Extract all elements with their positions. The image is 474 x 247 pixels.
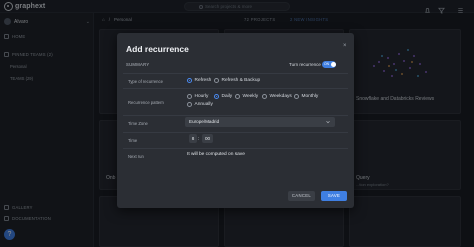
radio-dot-selected [214,94,219,99]
pattern-row: Recurrence pattern [123,88,348,114]
radio-label: Hourly [194,94,209,99]
radio-monthly[interactable]: Monthly [294,94,318,99]
toggle-state-label: ON [324,62,329,67]
recurrence-toggle[interactable]: ON [322,61,336,68]
radio-daily[interactable]: Daily [214,94,232,99]
radio-label: Refresh [194,78,212,83]
radio-weekdays[interactable]: Weekdays [262,94,292,99]
pattern-label: Recurrence pattern [128,100,164,105]
radio-label: Weekdays [269,94,292,99]
save-button[interactable]: SAVE [321,191,347,201]
radio-label: Annually [194,102,213,107]
radio-label: Weekly [242,94,259,99]
type-label: Type of recurrence [128,79,163,84]
radio-dot [294,94,299,99]
time-row: Time [123,132,348,147]
time-label: Time [128,138,138,143]
cancel-button[interactable]: CANCEL [288,191,315,201]
turn-recurrence-label: Turn recurrence [289,62,321,67]
close-icon[interactable]: × [343,43,347,49]
timezone-label: Time Zone [128,121,148,126]
add-recurrence-dialog: Add recurrence × SUMMARY Turn recurrence… [117,33,354,208]
radio-dot [187,94,192,99]
radio-dot [187,102,192,107]
chevron-down-icon [326,120,330,124]
radio-refresh-backup[interactable]: Refresh & Backup [214,78,260,83]
time-separator: : [198,136,200,141]
radio-dot [235,94,240,99]
next-run-value: It will be computed on save [187,152,245,157]
radio-dot [214,78,219,83]
toggle-knob [330,62,336,67]
radio-label: Refresh & Backup [221,78,261,83]
radio-refresh[interactable]: Refresh [187,78,211,83]
radio-annually[interactable]: Annually [187,102,213,107]
radio-dot [262,94,267,99]
dialog-title: Add recurrence [126,44,189,54]
timezone-value: Europe/Madrid [189,119,220,125]
radio-dot-selected [187,78,192,83]
minute-input[interactable]: 00 [202,134,213,143]
radio-label: Monthly [301,94,319,99]
next-run-label: Next run [128,154,144,159]
timezone-select[interactable]: Europe/Madrid [185,117,335,127]
radio-hourly[interactable]: Hourly [187,94,208,99]
summary-heading: SUMMARY [126,62,150,67]
radio-label: Daily [221,94,233,99]
hour-input[interactable]: 8 [189,134,197,143]
radio-weekly[interactable]: Weekly [235,94,258,99]
